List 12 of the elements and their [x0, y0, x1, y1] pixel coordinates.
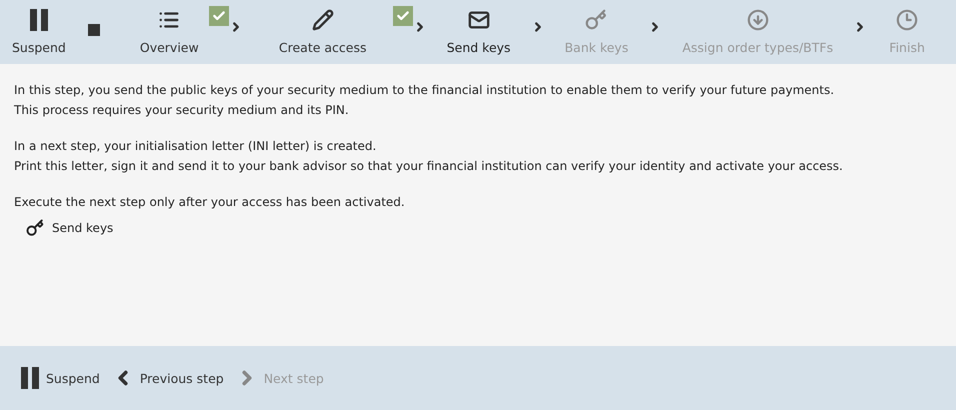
instruction-text: In a next step, your initialisation letter (INI letter) is created. — [14, 138, 378, 155]
wizard-step[interactable]: Send keys — [446, 0, 511, 55]
instruction-text: In this step, you send the public keys of your security medium to the financial institution to enable them to verify your future payments. — [14, 82, 836, 99]
instruction-text: Execute the next step only after your access has been activated. — [14, 194, 406, 211]
instruction-text: This process requires your security medium and its PIN. — [14, 102, 350, 119]
suspend-button[interactable]: Suspend — [20, 367, 100, 389]
wizard-step[interactable]: Overview — [140, 0, 199, 55]
suspend-button[interactable]: Suspend — [12, 0, 66, 55]
instruction-text: Print this letter, sign it and send it to your bank advisor so that your financial institution can verify your identity and activate your access. — [14, 158, 844, 175]
wizard-step[interactable]: Create access — [262, 0, 383, 55]
previous-step-button[interactable]: Previous step — [112, 367, 224, 389]
send-keys-link[interactable]: Send keys — [26, 218, 114, 238]
